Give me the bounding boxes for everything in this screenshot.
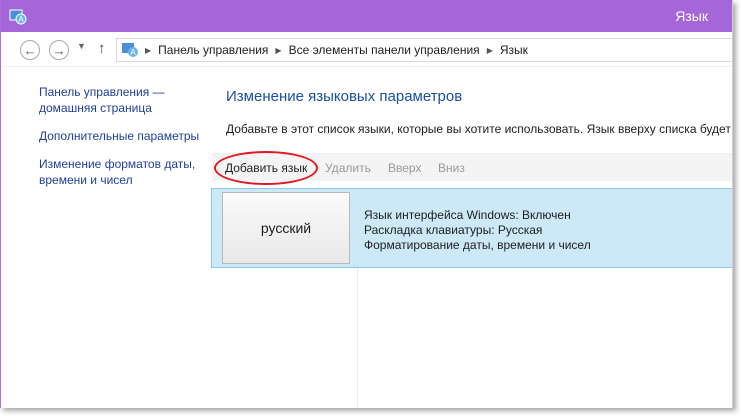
page-title: Изменение языковых параметров <box>226 88 463 105</box>
sidebar-link-formats[interactable]: Изменение форматов даты, времени и чисел <box>39 156 199 188</box>
breadcrumb-language[interactable]: Язык <box>500 43 528 57</box>
language-details: Язык интерфейса Windows: Включен Расклад… <box>364 208 591 253</box>
breadcrumb-control-panel[interactable]: Панель управления <box>158 43 268 57</box>
sidebar-link-advanced[interactable]: Дополнительные параметры <box>39 128 209 144</box>
forward-arrow-icon[interactable]: → <box>49 40 69 60</box>
sidebar-link-home[interactable]: Панель управления — домашняя страница <box>39 84 174 116</box>
language-detail-keyboard: Раскладка клавиатуры: Русская <box>364 223 543 237</box>
language-list-item[interactable]: русский Язык интерфейса Windows: Включен… <box>211 188 732 268</box>
address-bar: ← → ▼ ↑ A ▶ Панель управления ▶ Все элем… <box>1 32 732 67</box>
breadcrumb-all-items[interactable]: Все элементы панели управления <box>289 43 480 57</box>
up-arrow-icon[interactable]: ↑ <box>98 40 106 57</box>
svg-text:A: A <box>18 15 24 24</box>
page-description: Добавьте в этот список языки, которые вы… <box>226 122 733 136</box>
breadcrumb-chevron-icon: ▶ <box>145 45 152 55</box>
sidebar: Панель управления — домашняя страница До… <box>39 84 209 200</box>
language-tile[interactable]: русский <box>222 192 350 264</box>
breadcrumb-chevron-icon[interactable]: ▶ <box>275 46 281 55</box>
language-toolbar: Добавить язык Удалить Вверх Вниз <box>212 153 732 181</box>
address-field[interactable]: A ▶ Панель управления ▶ Все элементы пан… <box>116 38 732 62</box>
chevron-down-icon[interactable]: ▼ <box>77 41 86 51</box>
control-panel-window: A Язык ← → ▼ ↑ A ▶ Панель управления ▶ В… <box>0 0 733 408</box>
column-divider <box>357 268 358 408</box>
remove-language-button[interactable]: Удалить <box>325 161 371 175</box>
move-down-button[interactable]: Вниз <box>438 161 465 175</box>
language-detail-formats: Форматирование даты, времени и чисел <box>364 238 591 252</box>
language-detail-ui: Язык интерфейса Windows: Включен <box>364 208 571 222</box>
back-arrow-icon[interactable]: ← <box>20 40 40 60</box>
add-language-button[interactable]: Добавить язык <box>225 161 307 175</box>
title-bar[interactable]: A Язык <box>1 0 732 32</box>
control-panel-icon: A <box>9 9 27 25</box>
move-up-button[interactable]: Вверх <box>388 161 421 175</box>
breadcrumb-chevron-icon[interactable]: ▶ <box>487 46 493 55</box>
control-panel-icon: A <box>122 43 138 57</box>
window-title: Язык <box>675 8 708 24</box>
svg-text:A: A <box>130 48 136 57</box>
